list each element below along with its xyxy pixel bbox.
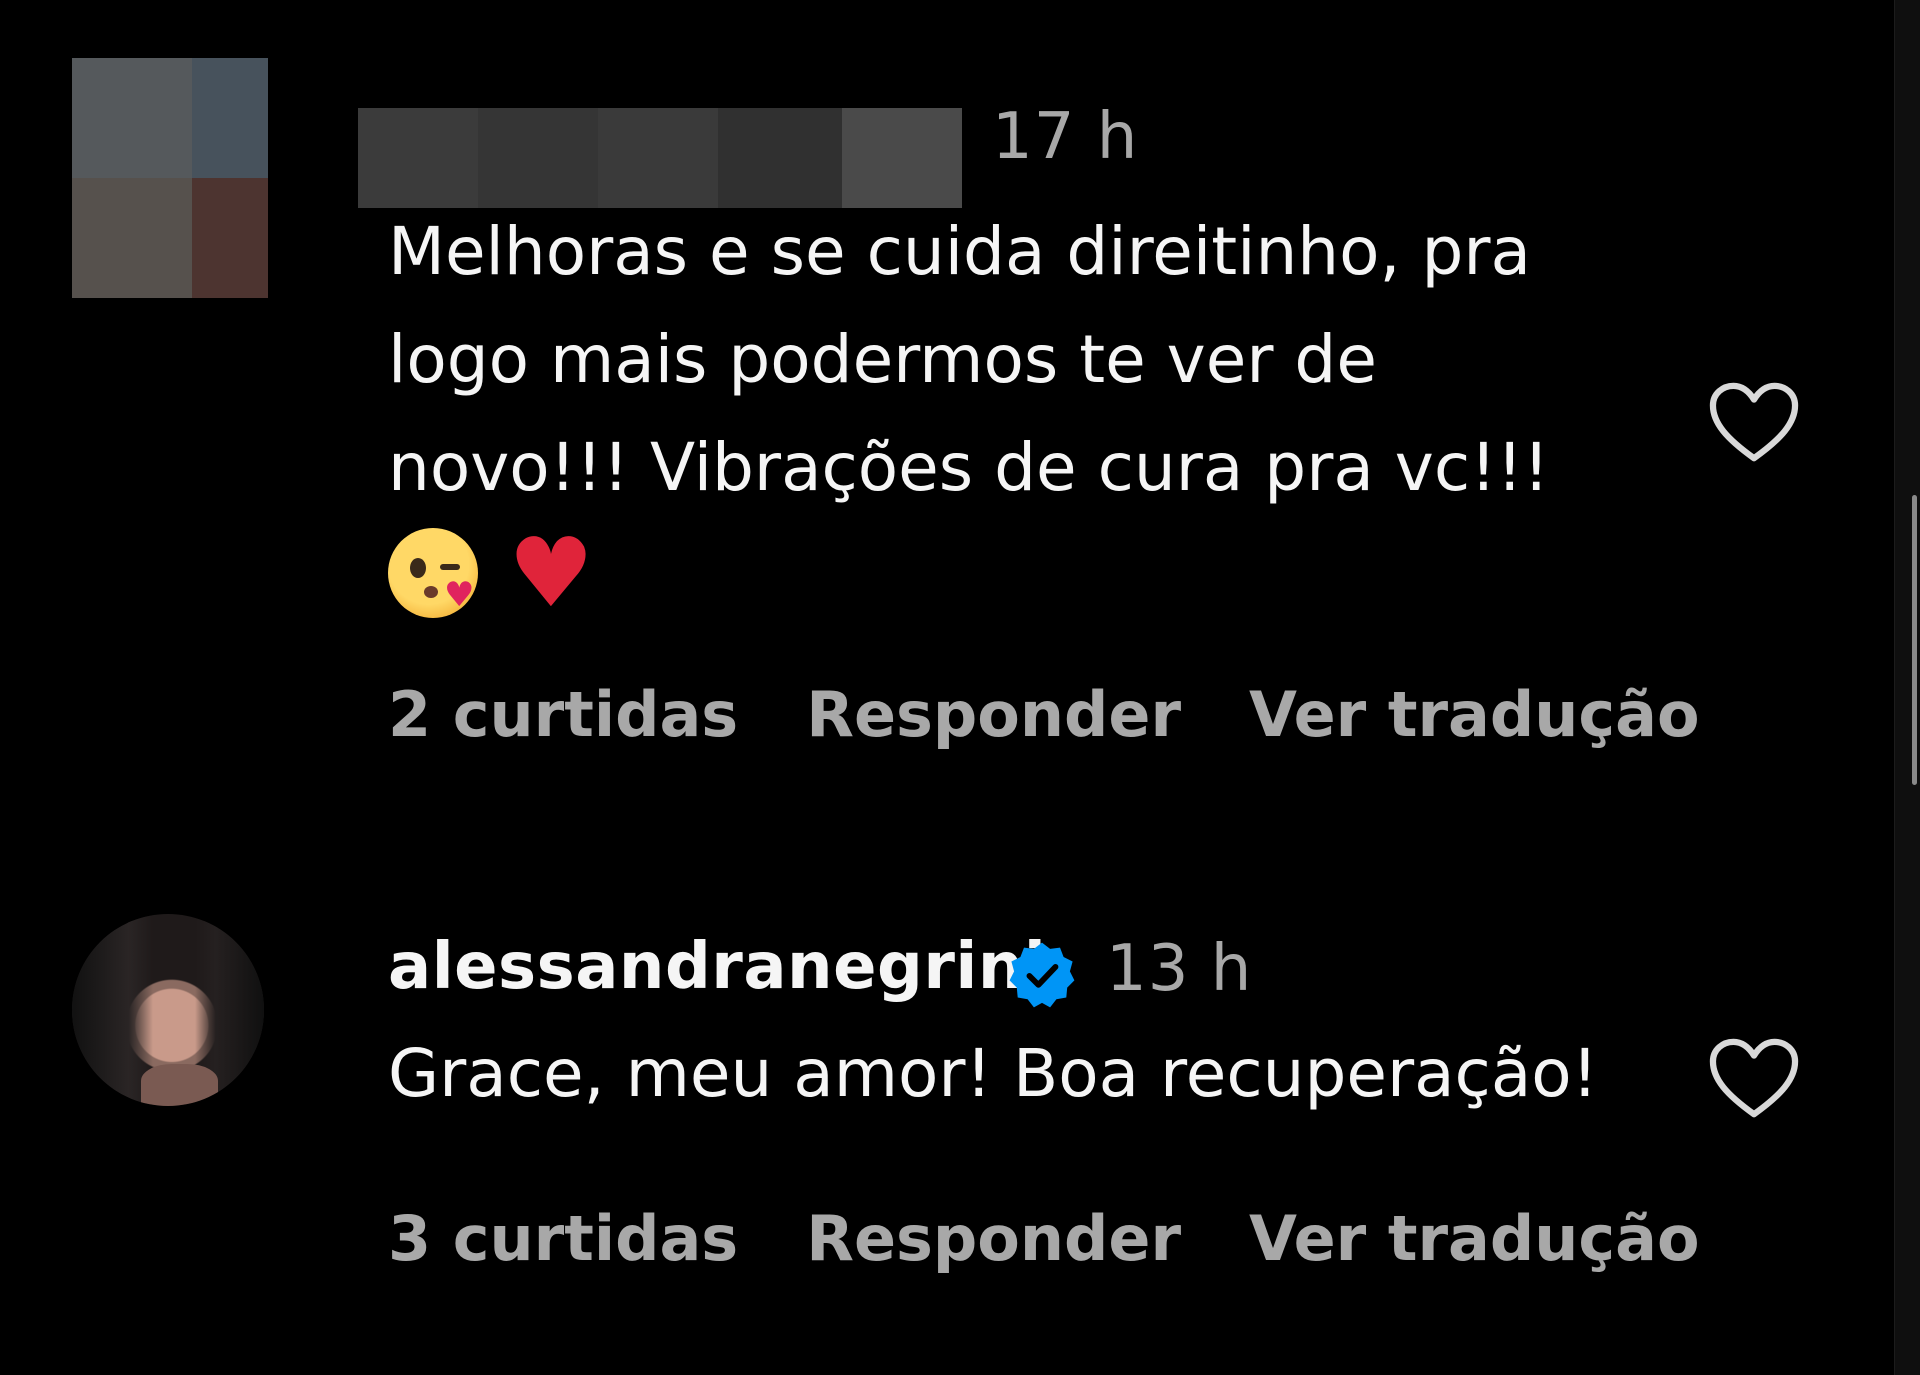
comment-emojis: ♥ ♥ (388, 517, 595, 629)
scrollbar[interactable] (1894, 0, 1920, 1375)
heart-outline-icon (1709, 382, 1799, 462)
winking-face-kiss-icon: ♥ (388, 528, 478, 618)
avatar-redacted[interactable] (72, 58, 268, 298)
comment-timestamp[interactable]: 17 h (992, 100, 1138, 174)
comment-header: 17 h (318, 58, 1785, 208)
comment-username[interactable]: alessandranegrini (388, 930, 1046, 1004)
likes-count-link[interactable]: 3 curtidas (388, 1202, 738, 1275)
avatar[interactable] (72, 914, 264, 1106)
reply-button[interactable]: Responder (806, 678, 1181, 751)
verified-badge-icon (1009, 942, 1075, 1008)
comment-actions: 3 curtidas Responder Ver tradução (388, 1202, 1700, 1275)
comment-actions: 2 curtidas Responder Ver tradução (388, 678, 1700, 751)
see-translation-button[interactable]: Ver tradução (1249, 1202, 1700, 1275)
like-comment-button[interactable] (1706, 1036, 1802, 1122)
heart-outline-icon (1709, 1038, 1799, 1118)
like-comment-button[interactable] (1706, 380, 1802, 466)
comment-body: 17 h Melhoras e se cuida direitinho, pra… (318, 58, 1785, 751)
likes-count-link[interactable]: 2 curtidas (388, 678, 738, 751)
comment-text: Grace, meu amor! Boa recuperação! (388, 1035, 1599, 1112)
scrollbar-thumb[interactable] (1912, 495, 1917, 785)
comment-text: Melhoras e se cuida direitinho, pra logo… (388, 213, 1550, 506)
red-heart-icon: ♥ (508, 517, 595, 629)
comment-body: alessandranegrini 13 h Grace, meu amor! … (318, 912, 1785, 1275)
comment-header: alessandranegrini 13 h (318, 912, 1785, 1032)
see-translation-button[interactable]: Ver tradução (1249, 678, 1700, 751)
reply-button[interactable]: Responder (806, 1202, 1181, 1275)
comments-list: 17 h Melhoras e se cuida direitinho, pra… (0, 0, 1895, 1375)
username-redacted[interactable] (358, 108, 962, 208)
comment-timestamp[interactable]: 13 h (1106, 932, 1252, 1006)
